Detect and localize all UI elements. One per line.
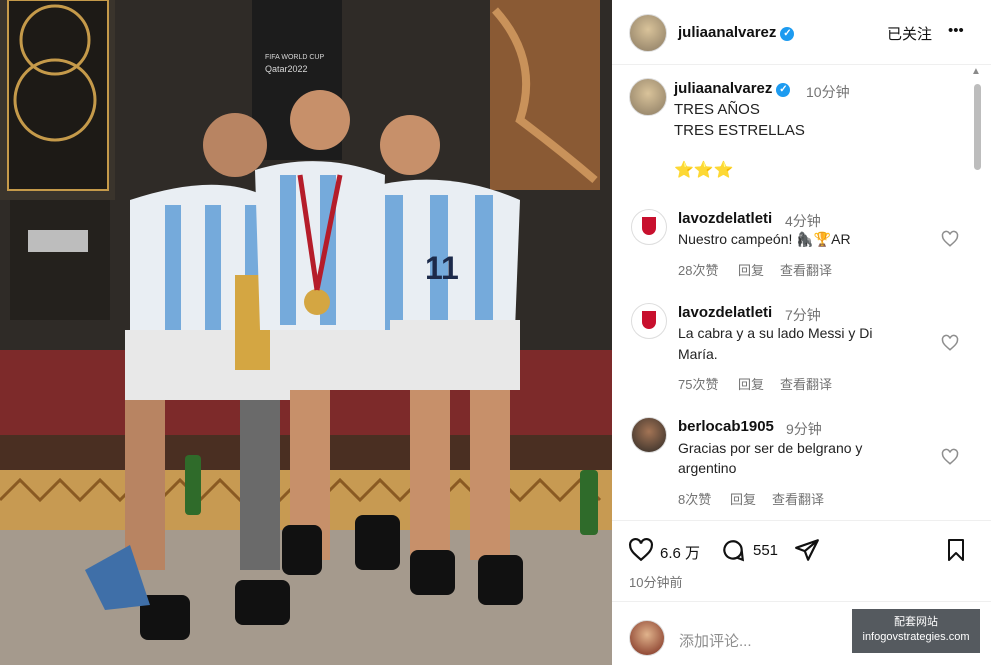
comment-username[interactable]: berlocab1905: [678, 418, 774, 435]
share-icon[interactable]: [794, 537, 820, 563]
follow-button[interactable]: 已关注: [887, 23, 932, 44]
comment-likes[interactable]: 8次赞: [678, 489, 711, 508]
comment-text-line2: argentino: [678, 460, 737, 476]
comment-reply[interactable]: 回复: [738, 260, 764, 279]
bookmark-icon[interactable]: [944, 537, 968, 563]
shield-icon: [642, 217, 656, 235]
like-icon[interactable]: [628, 537, 654, 563]
comments-count[interactable]: 551: [753, 542, 778, 559]
site-watermark: 配套网站 infogovstrategies.com: [852, 609, 980, 653]
comment-text: Nuestro campeón! 🦍🏆AR: [678, 231, 851, 247]
heart-icon[interactable]: [941, 230, 959, 248]
comment-username[interactable]: lavozdelatleti: [678, 304, 772, 321]
post-header: juliaanalvarez ✓ 已关注 •••: [612, 0, 991, 65]
author-avatar[interactable]: [629, 14, 667, 52]
comment-reply[interactable]: 回复: [730, 489, 756, 508]
comment-avatar[interactable]: [631, 209, 667, 245]
heart-icon[interactable]: [941, 448, 959, 466]
caption-time: 10分钟: [806, 84, 850, 100]
caption-line2: TRES ESTRELLAS: [674, 122, 805, 139]
comment-time: 4分钟: [785, 213, 821, 229]
comment-likes[interactable]: 75次赞: [678, 374, 718, 393]
shield-icon: [642, 311, 656, 329]
comment-avatar[interactable]: [631, 417, 667, 453]
wc-banner-line2: Qatar2022: [265, 64, 308, 74]
comment-translate[interactable]: 查看翻译: [780, 374, 832, 393]
author-username[interactable]: juliaanalvarez ✓: [678, 24, 795, 41]
author-username-text: juliaanalvarez: [678, 24, 777, 41]
watermark-line1: 配套网站: [894, 616, 938, 628]
caption-author-text: juliaanalvarez: [674, 80, 773, 97]
comment-time: 9分钟: [786, 421, 822, 437]
wc-banner-line1: FIFA WORLD CUP: [265, 54, 325, 61]
comment-text-line2: María.: [678, 346, 718, 362]
posted-time: 10分钟前: [629, 575, 683, 590]
caption-stars: ⭐⭐⭐: [674, 162, 734, 179]
verified-icon: ✓: [780, 27, 795, 41]
comment-reply[interactable]: 回复: [738, 374, 764, 393]
watermark-line2: infogovstrategies.com: [862, 631, 970, 643]
heart-icon[interactable]: [941, 334, 959, 352]
comment-translate[interactable]: 查看翻译: [780, 260, 832, 279]
scrollbar-thumb[interactable]: [974, 84, 981, 170]
comment-text-line1: La cabra y a su lado Messi y Di: [678, 325, 873, 341]
post-side-panel: juliaanalvarez ✓ 已关注 ••• juliaanalvarez ✓ …: [612, 0, 991, 665]
verified-icon: ✓: [776, 83, 791, 97]
comment-text-line1: Gracias por ser de belgrano y: [678, 440, 863, 456]
scroll-up-arrow-icon[interactable]: ▲: [971, 66, 981, 77]
comment-input[interactable]: 添加评论...: [679, 630, 752, 651]
caption-line1: TRES AÑOS: [674, 101, 760, 118]
likes-count[interactable]: 6.6 万: [660, 542, 700, 563]
divider: [612, 601, 991, 602]
locker-room-scene: [0, 0, 612, 665]
comment-likes[interactable]: 28次赞: [678, 260, 718, 279]
caption-author[interactable]: juliaanalvarez ✓: [674, 80, 791, 97]
post-photo[interactable]: FIFA WORLD CUP Qatar2022 11: [0, 0, 612, 665]
jersey-number: 11: [425, 250, 459, 286]
comment-translate[interactable]: 查看翻译: [772, 489, 824, 508]
comment-icon[interactable]: [720, 537, 746, 563]
comment-avatar[interactable]: [631, 303, 667, 339]
caption-avatar[interactable]: [629, 78, 667, 116]
current-user-avatar[interactable]: [629, 620, 665, 656]
comment-time: 7分钟: [785, 307, 821, 323]
more-options-icon[interactable]: •••: [948, 22, 964, 39]
comment-username[interactable]: lavozdelatleti: [678, 210, 772, 227]
